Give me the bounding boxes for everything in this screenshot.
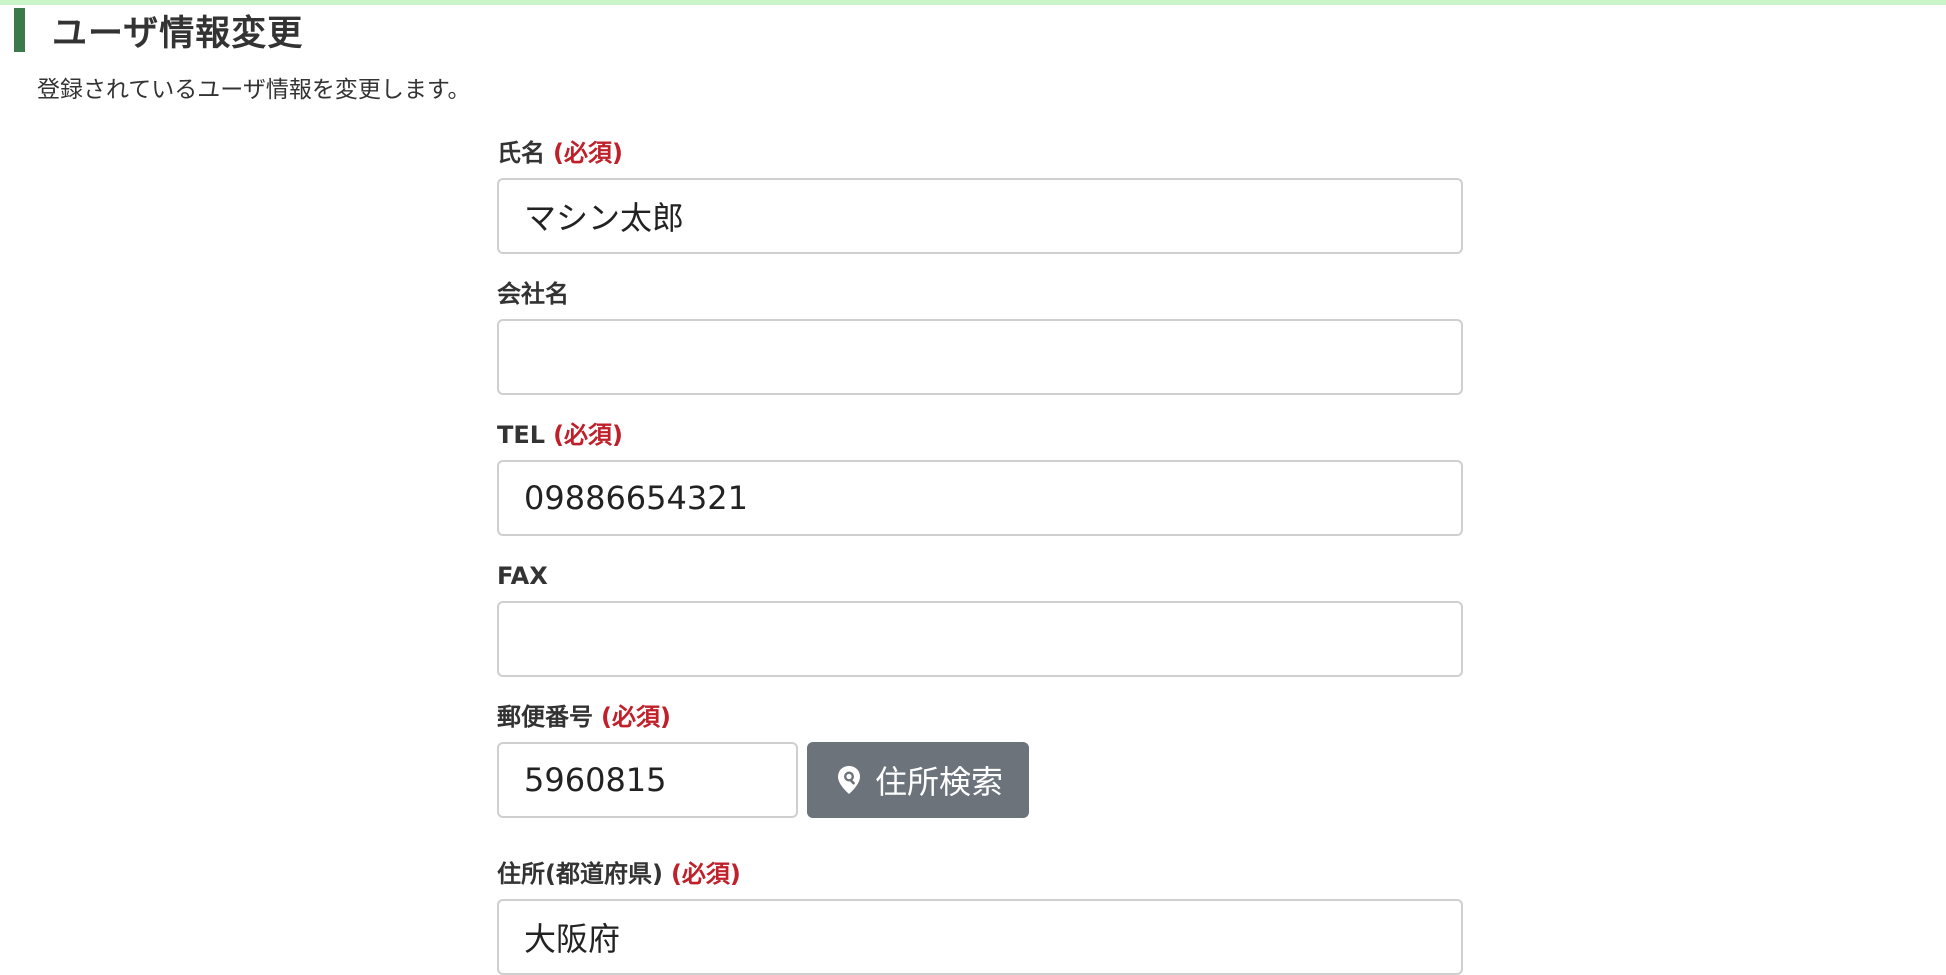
- company-input[interactable]: [497, 319, 1463, 395]
- prefecture-label: 住所(都道府県) (必須): [497, 857, 1463, 891]
- tel-label: TEL (必須): [497, 418, 1463, 452]
- tel-field-group: TEL (必須): [497, 418, 1463, 536]
- name-field-group: 氏名 (必須): [497, 136, 1463, 254]
- address-search-label: 住所検索: [874, 763, 1003, 801]
- prefecture-input[interactable]: [497, 899, 1463, 975]
- page-title: ユーザ情報変更: [52, 13, 304, 54]
- page-description: 登録されているユーザ情報を変更します。: [37, 77, 471, 103]
- address-search-button[interactable]: 住所検索: [807, 742, 1029, 818]
- required-badge: (必須): [553, 139, 623, 167]
- name-label: 氏名 (必須): [497, 136, 1463, 170]
- zip-label-text: 郵便番号: [497, 703, 593, 731]
- zip-row: 住所検索: [497, 742, 1029, 818]
- prefecture-field-group: 住所(都道府県) (必須): [497, 857, 1463, 975]
- prefecture-label-text: 住所(都道府県): [497, 860, 663, 888]
- required-badge: (必須): [670, 860, 741, 888]
- fax-label-text: FAX: [497, 562, 548, 590]
- fax-label: FAX: [497, 559, 1463, 593]
- company-field-group: 会社名: [497, 277, 1463, 395]
- tel-label-text: TEL: [497, 421, 546, 449]
- page-header: ユーザ情報変更: [14, 8, 303, 54]
- fax-input[interactable]: [497, 601, 1463, 677]
- header-accent-bar: [14, 8, 25, 52]
- tel-input[interactable]: [497, 460, 1463, 536]
- company-label: 会社名: [497, 277, 1463, 311]
- required-badge: (必須): [601, 703, 671, 731]
- zip-field-group: 郵便番号 (必須) 住所検索: [497, 700, 1029, 818]
- zip-label: 郵便番号 (必須): [497, 700, 1029, 734]
- name-input[interactable]: [497, 178, 1463, 254]
- name-label-text: 氏名: [497, 139, 545, 167]
- map-pin-search-icon: [837, 766, 860, 794]
- zip-input[interactable]: [497, 742, 798, 818]
- company-label-text: 会社名: [497, 280, 569, 308]
- fax-field-group: FAX: [497, 559, 1463, 677]
- required-badge: (必須): [553, 421, 623, 449]
